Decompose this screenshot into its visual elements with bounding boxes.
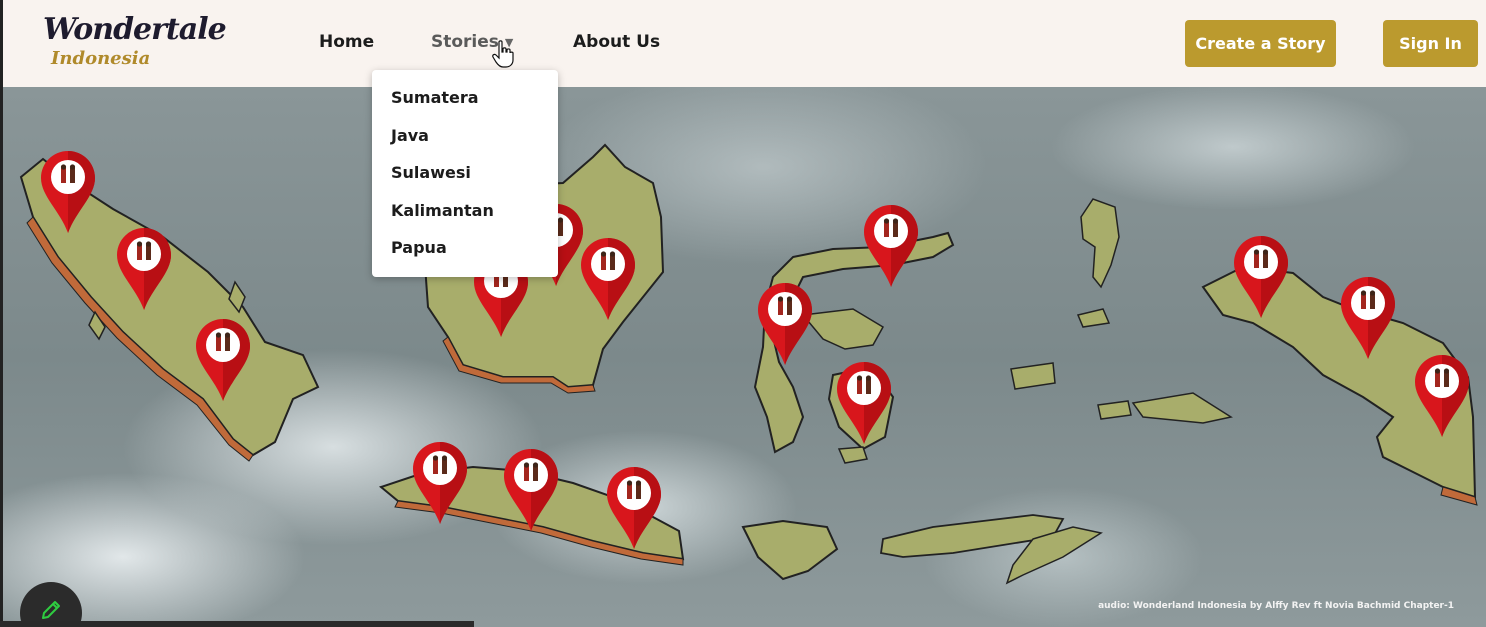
menu-item-sulawesi[interactable]: Sulawesi — [372, 161, 558, 199]
nav-home[interactable]: Home — [319, 32, 374, 52]
indonesia-map: audio: Wonderland Indonesia by Alffy Rev… — [0, 87, 1486, 627]
nav-about[interactable]: About Us — [573, 32, 660, 52]
nav-stories-label: Stories — [431, 32, 499, 52]
stories-dropdown: Sumatera Java Sulawesi Kalimantan Papua — [372, 70, 558, 277]
menu-item-java[interactable]: Java — [372, 124, 558, 162]
create-story-button[interactable]: Create a Story — [1185, 20, 1336, 67]
wondertale-logo[interactable]: Wondertale Indonesia — [43, 12, 227, 74]
hand-cursor-icon — [492, 40, 514, 68]
bottom-bar — [0, 621, 474, 627]
map-islands — [19, 143, 1478, 585]
audio-credit: audio: Wonderland Indonesia by Alffy Rev… — [1098, 601, 1454, 611]
story-pin-sulawesi-1[interactable] — [864, 205, 918, 287]
logo-title: Wondertale — [43, 12, 227, 47]
top-navbar: Wondertale Indonesia Home Stories ▼ About… — [0, 0, 1486, 87]
sign-in-button[interactable]: Sign In — [1383, 20, 1478, 67]
logo-subtitle: Indonesia — [51, 48, 151, 69]
menu-item-papua[interactable]: Papua — [372, 236, 558, 274]
menu-item-kalimantan[interactable]: Kalimantan — [372, 199, 558, 237]
menu-item-sumatera[interactable]: Sumatera — [372, 86, 558, 124]
pencil-icon — [42, 601, 60, 619]
